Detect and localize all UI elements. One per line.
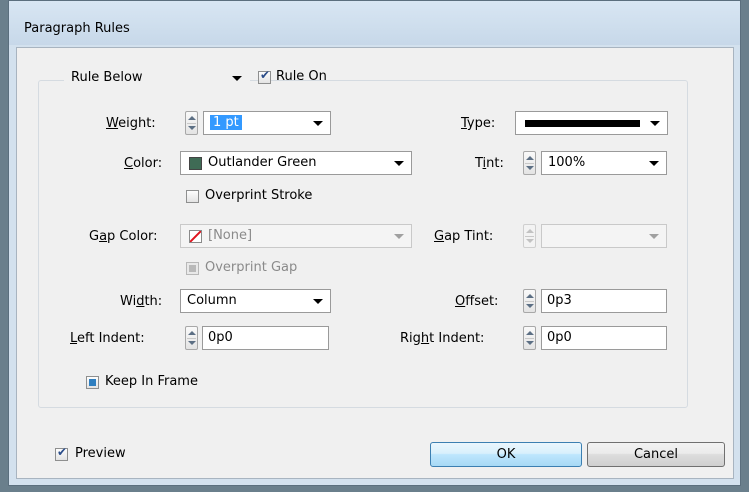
chevron-down-icon <box>313 121 323 126</box>
right-indent-input[interactable]: 0p0 <box>541 326 667 350</box>
color-swatch-icon <box>189 157 202 170</box>
width-select[interactable]: Column <box>180 289 331 313</box>
weight-value: 1 pt <box>210 115 242 130</box>
preview-label: Preview <box>75 446 126 461</box>
gap-color-label: Gap Color: <box>89 229 158 244</box>
window-title: Paragraph Rules <box>24 21 130 36</box>
overprint-gap-label: Overprint Gap <box>205 260 298 275</box>
title-bar[interactable]: Paragraph Rules <box>9 1 740 45</box>
rule-type-select[interactable]: Rule Below <box>64 66 250 90</box>
offset-value: 0p3 <box>547 293 572 308</box>
overprint-gap-checkbox[interactable] <box>186 262 199 275</box>
offset-stepper[interactable] <box>523 289 536 313</box>
tint-stepper[interactable] <box>523 151 536 175</box>
right-indent-value: 0p0 <box>547 330 572 345</box>
tint-field[interactable]: 100% <box>541 151 667 175</box>
color-select[interactable]: Outlander Green <box>180 151 412 175</box>
width-label: Width: <box>120 294 163 309</box>
ok-button[interactable]: OK <box>430 442 582 467</box>
chevron-down-icon <box>649 161 659 166</box>
chevron-down-icon <box>313 299 323 304</box>
chevron-down-icon <box>232 76 242 81</box>
weight-stepper[interactable] <box>185 111 198 135</box>
gap-color-value: [None] <box>208 228 253 243</box>
rule-on-label: Rule On <box>276 69 327 84</box>
right-indent-label: Right Indent: <box>400 331 485 346</box>
left-indent-input[interactable]: 0p0 <box>202 326 329 350</box>
none-swatch-icon <box>189 230 202 243</box>
offset-input[interactable]: 0p3 <box>541 289 667 313</box>
offset-label: Offset: <box>455 294 499 309</box>
left-indent-stepper[interactable] <box>185 326 198 350</box>
keep-in-frame-label: Keep In Frame <box>105 374 198 389</box>
gap-tint-stepper[interactable] <box>523 224 536 248</box>
tint-label: Tint: <box>475 156 504 171</box>
preview-checkbox[interactable] <box>55 445 68 461</box>
weight-label: Weight: <box>106 116 156 131</box>
type-label: Type: <box>461 116 496 131</box>
overprint-stroke-label: Overprint Stroke <box>205 188 313 203</box>
gap-color-select[interactable]: [None] <box>180 224 412 248</box>
keep-in-frame-checkbox[interactable] <box>86 376 99 389</box>
rule-type-value: Rule Below <box>71 70 143 85</box>
left-indent-label: Left Indent: <box>70 331 145 346</box>
rule-on-checkbox[interactable] <box>258 68 271 84</box>
color-value: Outlander Green <box>208 155 317 170</box>
right-indent-stepper[interactable] <box>523 326 536 350</box>
cancel-button[interactable]: Cancel <box>587 442 725 467</box>
gap-tint-label: Gap Tint: <box>434 229 494 244</box>
weight-field[interactable]: 1 pt <box>203 111 331 135</box>
chevron-down-icon <box>394 234 404 239</box>
chevron-down-icon <box>394 161 404 166</box>
gap-tint-field[interactable] <box>541 224 667 248</box>
overprint-stroke-checkbox[interactable] <box>186 190 199 203</box>
left-indent-value: 0p0 <box>208 330 233 345</box>
color-label: Color: <box>124 156 163 171</box>
chevron-down-icon <box>649 234 659 239</box>
solid-line-icon <box>525 120 640 127</box>
tint-value: 100% <box>548 155 586 170</box>
type-select[interactable] <box>515 111 668 135</box>
width-value: Column <box>187 293 237 308</box>
chevron-down-icon <box>650 121 660 126</box>
